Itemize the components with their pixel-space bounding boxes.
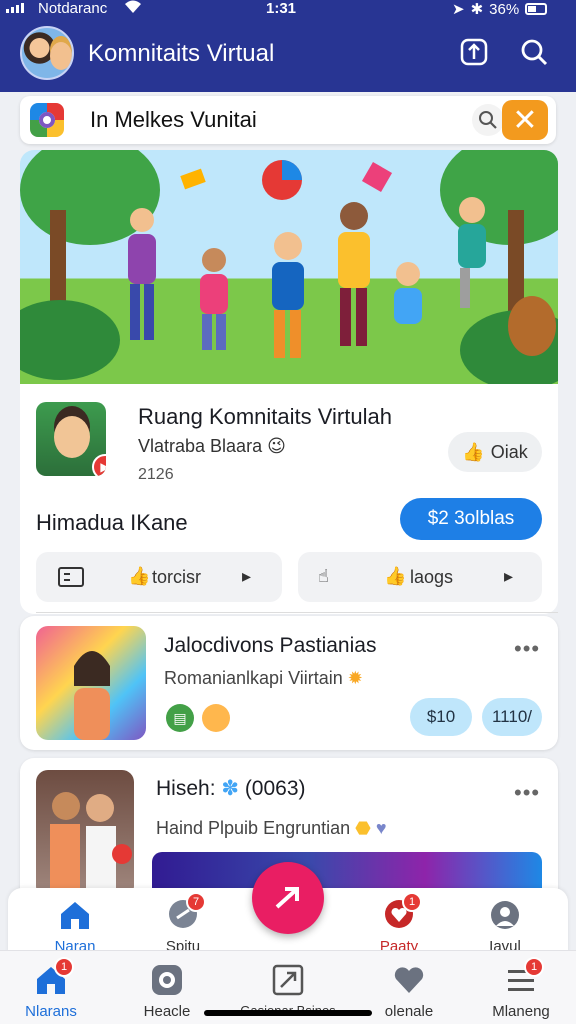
tab-settings[interactable]: Iavul: [460, 898, 550, 955]
app-title: Komnitaits Virtual: [88, 40, 275, 67]
hero-illustration: [20, 150, 558, 384]
thumbs-up-icon: 👍: [128, 566, 151, 586]
hand-icon: ☝: [318, 566, 329, 586]
tab-label: Heacle: [143, 1003, 191, 1020]
tab-label: Nlarans: [25, 1003, 77, 1020]
search-icon: [479, 111, 497, 129]
heart-icon: ♥: [375, 818, 387, 838]
avatar: [202, 704, 230, 732]
home-icon: 1: [34, 957, 74, 997]
compose-icon: [460, 38, 488, 66]
feed-subtitle: Haind Plpuib Engruntian: [156, 818, 351, 838]
feed-thumbnail: [36, 626, 146, 740]
send-icon: [275, 887, 299, 909]
like-label: Oiak: [490, 441, 528, 462]
pill-button-1[interactable]: 👍 torcisr ▸: [36, 552, 282, 602]
home-icon: [58, 898, 92, 932]
feed-item[interactable]: Jalocdivons Pastianias Romanianlkapi Vii…: [20, 616, 558, 750]
chat-heart-icon: 1: [382, 892, 422, 932]
thumbs-up-icon: 👍: [384, 566, 407, 586]
tab-likes[interactable]: olenale: [364, 963, 454, 1020]
tab-label: Mlaneng: [492, 1003, 550, 1020]
app-logo-icon: [30, 103, 64, 137]
tab-chat[interactable]: 7 Spitu: [138, 892, 228, 955]
clock: 1:31: [266, 0, 297, 17]
tab-menu[interactable]: 1 Mlaneng: [476, 957, 566, 1020]
emoji-icon: ⬣: [355, 818, 371, 838]
search-bar: ✕: [20, 96, 556, 144]
heart-icon: [392, 963, 426, 997]
feed-subtitle: Romanianlkapi Viirtain: [164, 668, 343, 688]
feed-count: (0063): [244, 777, 306, 800]
apps-icon: [150, 963, 184, 997]
like-button[interactable]: 👍 Oiak: [448, 432, 542, 472]
smile-emoji-icon: 😉: [267, 436, 286, 456]
chat-icon: 7: [166, 892, 206, 932]
status-bar: Notdaranc 1:31 ➤ ✱ 36%: [0, 0, 576, 18]
battery-icon: [525, 3, 548, 15]
pill-button-2[interactable]: ☝ 👍 laogs ▸: [298, 552, 542, 602]
bluetooth-icon: ✱: [470, 1, 484, 18]
profile-avatar[interactable]: [20, 26, 74, 80]
settings-icon: [488, 898, 522, 932]
menu-icon: 1: [504, 957, 544, 997]
join-price-button[interactable]: $2 3olblas: [400, 498, 542, 540]
feed-title: Hiseh:: [156, 777, 216, 800]
compose-button[interactable]: [458, 36, 490, 68]
divider: [36, 612, 558, 613]
chat-bubble-icon: ✽: [221, 777, 245, 800]
create-post-button[interactable]: [252, 862, 324, 934]
feed-thumbnail: [36, 770, 134, 898]
signal-icon: [6, 3, 24, 13]
notification-badge: 1: [524, 957, 544, 977]
pill-label-2: laogs: [410, 567, 454, 587]
battery-percent: 36%: [489, 0, 520, 18]
chat-icon: ▤: [166, 704, 194, 732]
tab-party[interactable]: 1 Paaty: [354, 892, 444, 955]
close-search-button[interactable]: ✕: [502, 100, 548, 140]
price-tag[interactable]: $10: [410, 698, 472, 736]
share-icon: [271, 963, 305, 997]
tab-home[interactable]: Naran: [30, 898, 120, 955]
member-count: 2126: [138, 466, 174, 483]
count-tag[interactable]: 1110/: [482, 698, 542, 736]
thumbs-up-icon: 👍: [462, 441, 485, 462]
more-options-icon[interactable]: •••: [514, 636, 540, 662]
record-icon: ▶: [92, 454, 106, 476]
search-icon: [521, 39, 548, 66]
search-input[interactable]: [76, 100, 476, 140]
wifi-icon: [124, 0, 142, 18]
hero-banner-image: [20, 150, 558, 384]
app-header: Notdaranc 1:31 ➤ ✱ 36% Komnitaits Virtua…: [0, 0, 576, 92]
tab-apps[interactable]: Heacle: [122, 963, 212, 1020]
notification-badge: 7: [186, 892, 206, 912]
search-submit-button[interactable]: [472, 104, 504, 136]
notification-badge: 1: [54, 957, 74, 977]
community-title: Ruang Komnitaits Virtulah: [138, 404, 392, 429]
close-icon: ✕: [512, 103, 538, 137]
notification-badge: 1: [402, 892, 422, 912]
feed-title: Jalocdivons Pastianias: [164, 634, 377, 657]
community-subtitle: Vlatraba Blaara: [138, 436, 263, 456]
tab-label: olenale: [384, 1003, 434, 1020]
pill-label-1: torcisr: [152, 567, 201, 587]
header-search-button[interactable]: [518, 36, 550, 68]
community-avatar[interactable]: ▶: [36, 402, 106, 476]
sun-icon: ✹: [347, 668, 363, 688]
more-options-icon[interactable]: •••: [514, 780, 540, 806]
community-card: ▶ Ruang Komnitaits Virtulah Vlatraba Bla…: [20, 384, 558, 614]
play-icon: ▸: [504, 566, 514, 586]
location-icon: ➤: [452, 1, 465, 18]
home-indicator: [204, 1010, 372, 1016]
media-icon: [58, 566, 84, 593]
tab-home[interactable]: 1 Nlarans: [6, 957, 96, 1020]
play-icon: ▸: [242, 566, 252, 586]
carrier-name: Notdaranc: [38, 0, 108, 17]
host-name: Himadua IKane: [36, 510, 188, 535]
